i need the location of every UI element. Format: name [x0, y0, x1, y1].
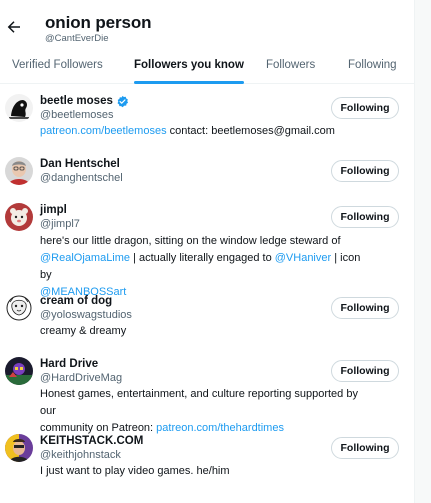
tab-verified-followers[interactable]: Verified Followers [12, 50, 103, 83]
following-button[interactable]: Following [331, 160, 399, 182]
bio-text: community on Patreon: [40, 422, 157, 434]
bio-mention-link[interactable]: @RealOjamaLime [40, 252, 130, 264]
name-row: jimpl [40, 203, 67, 217]
tab-label: Following [348, 59, 397, 71]
user-bio: I just want to play video games. he/him [40, 463, 370, 480]
bio-line: patreon.com/beetlemoses contact: beetlem… [40, 123, 370, 140]
user-cell[interactable]: Hard Drive @HardDriveMag Honest games, e… [0, 357, 414, 434]
back-arrow-icon[interactable] [5, 18, 23, 36]
user-bio: patreon.com/beetlemoses contact: beetlem… [40, 123, 370, 140]
bio-link[interactable]: patreon.com/thehardtimes [156, 422, 284, 434]
tab-followers-you-know[interactable]: Followers you know [134, 50, 244, 84]
avatar[interactable] [5, 294, 33, 322]
following-button[interactable]: Following [331, 360, 399, 382]
user-name[interactable]: cream of dog [40, 295, 112, 307]
bio-link[interactable]: patreon.com/beetlemoses [40, 125, 167, 137]
user-name[interactable]: jimpl [40, 204, 67, 216]
avatar[interactable] [5, 203, 33, 231]
following-button[interactable]: Following [331, 297, 399, 319]
user-cell[interactable]: cream of dog @yoloswagstudios creamy & d… [0, 294, 414, 344]
user-cell[interactable]: jimpl @jimpl7 here's our little dragon, … [0, 203, 414, 298]
profile-panel: onion person @CantEverDie Verified Follo… [0, 0, 415, 503]
page-title: onion person [45, 13, 152, 32]
bio-line: here's our little dragon, sitting on the… [40, 233, 370, 250]
tab-following[interactable]: Following [348, 50, 397, 83]
followers-tabs: Verified Followers Followers you know Fo… [0, 50, 414, 84]
bio-text: Honest games, entertainment, and culture… [40, 388, 358, 417]
user-name[interactable]: beetle moses [40, 95, 113, 107]
bio-line: I just want to play video games. he/him [40, 463, 370, 480]
bio-line: creamy & dreamy [40, 323, 370, 340]
bio-text: here's our little dragon, sitting on the… [40, 235, 341, 247]
avatar[interactable] [5, 94, 33, 122]
bio-text: I just want to play video games. he/him [40, 465, 230, 477]
name-row: Hard Drive [40, 357, 98, 371]
name-row: cream of dog [40, 294, 112, 308]
verified-badge-icon [116, 95, 129, 108]
tab-label: Followers [266, 59, 316, 71]
name-row: KEITHSTACK.COM [40, 434, 143, 448]
user-name[interactable]: KEITHSTACK.COM [40, 435, 143, 447]
name-row: Dan Hentschel [40, 157, 120, 171]
bio-text: | actually literally engaged to [130, 252, 275, 264]
user-name[interactable]: Hard Drive [40, 358, 98, 370]
user-bio: Honest games, entertainment, and culture… [40, 386, 370, 437]
following-button[interactable]: Following [331, 206, 399, 228]
user-handle[interactable]: @HardDriveMag [40, 372, 122, 384]
avatar[interactable] [5, 434, 33, 462]
bio-text: contact: beetlemoses@gmail.com [166, 125, 335, 137]
bio-line: Honest games, entertainment, and culture… [40, 386, 370, 420]
user-name[interactable]: Dan Hentschel [40, 158, 120, 170]
tab-label: Verified Followers [12, 59, 103, 71]
user-bio: creamy & dreamy [40, 323, 370, 340]
bio-mention-link[interactable]: @VHaniver [275, 252, 331, 264]
user-cell[interactable]: beetle moses @beetlemoses patreon.com/be… [0, 94, 414, 154]
avatar[interactable] [5, 157, 33, 185]
page-handle: @CantEverDie [45, 33, 109, 44]
user-bio: here's our little dragon, sitting on the… [40, 233, 370, 301]
tab-label: Followers you know [134, 59, 244, 71]
bio-line: @RealOjamaLime | actually literally enga… [40, 250, 370, 284]
scrollbar[interactable] [415, 0, 431, 503]
following-button[interactable]: Following [331, 437, 399, 459]
user-handle[interactable]: @danghentschel [40, 172, 123, 184]
name-row: beetle moses [40, 94, 129, 108]
following-button[interactable]: Following [331, 97, 399, 119]
avatar[interactable] [5, 357, 33, 385]
tab-followers[interactable]: Followers [266, 50, 315, 83]
user-handle[interactable]: @beetlemoses [40, 109, 114, 121]
active-tab-indicator [134, 81, 244, 84]
user-cell[interactable]: KEITHSTACK.COM @keithjohnstack I just wa… [0, 434, 414, 484]
page-header: onion person @CantEverDie [0, 0, 414, 50]
bio-text: creamy & dreamy [40, 325, 127, 337]
user-cell[interactable]: Dan Hentschel @danghentschel Following [0, 157, 414, 197]
user-handle[interactable]: @jimpl7 [40, 218, 80, 230]
user-handle[interactable]: @keithjohnstack [40, 449, 121, 461]
user-handle[interactable]: @yoloswagstudios [40, 309, 132, 321]
scrollbar-thumb[interactable] [419, 4, 427, 499]
